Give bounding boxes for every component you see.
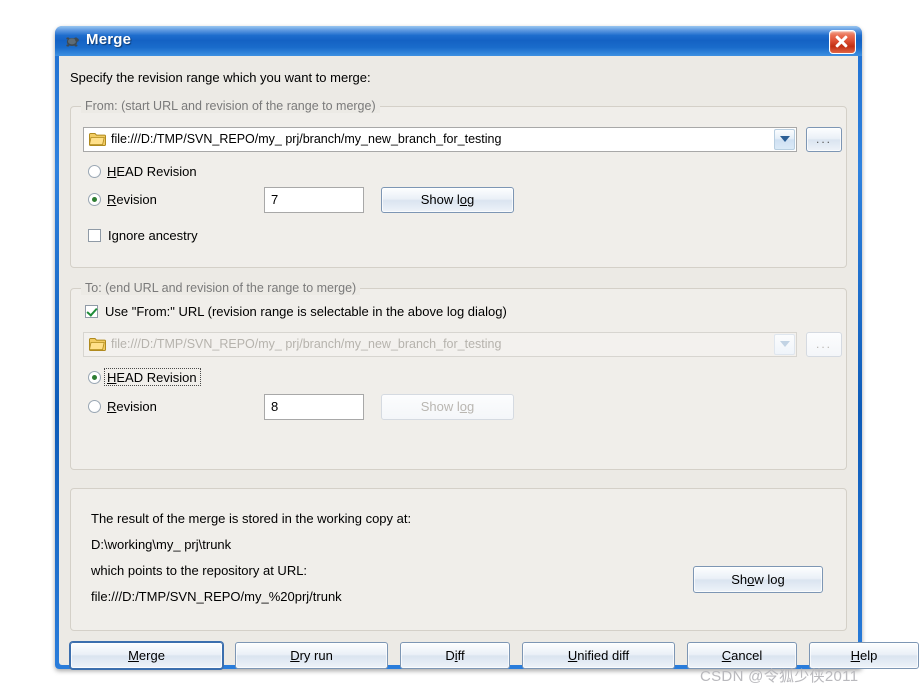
label-pre: Show l (420, 192, 460, 207)
merge-button-label: Merge (71, 643, 222, 668)
to-browse-button: ... (806, 332, 842, 357)
window-title: Merge (86, 31, 132, 48)
result-groupbox: The result of the merge is stored in the… (70, 488, 847, 631)
accel-char: H (107, 370, 117, 385)
label-post: nified diff (577, 648, 630, 663)
label-post: g (467, 192, 475, 207)
label-pre: Sh (731, 572, 748, 587)
from-browse-label: ... (815, 132, 832, 146)
to-group-title: To: (end URL and revision of the range t… (81, 281, 361, 295)
title-bar[interactable]: Merge (55, 26, 862, 56)
label-pre: D (445, 648, 455, 663)
from-head-revision-label: HEAD Revision (107, 164, 197, 179)
close-button[interactable] (829, 30, 856, 54)
label-post: erge (138, 648, 165, 663)
label-post: w log (754, 572, 785, 587)
to-groupbox: To: (end URL and revision of the range t… (70, 281, 847, 470)
to-head-revision-label: HEAD Revision (107, 370, 197, 385)
dialog-client-area: Specify the revision range which you wan… (59, 56, 919, 669)
accel-char: D (290, 648, 300, 663)
result-show-log-button[interactable]: Show log (693, 566, 823, 593)
unified-diff-button[interactable]: Unified diff (522, 642, 675, 669)
radio-indicator-checked (88, 371, 101, 384)
accel-char: H (850, 648, 861, 663)
result-line-2: D:\working\my_ prj\trunk (91, 537, 232, 552)
unified-diff-button-label: Unified diff (523, 643, 674, 668)
radio-indicator (88, 165, 101, 178)
label-rest: EAD Revision (116, 370, 197, 385)
accel-char: M (128, 648, 139, 663)
result-line-4: file:///D:/TMP/SVN_REPO/my_%20prj/trunk (91, 589, 342, 604)
label-post: elp (860, 648, 878, 663)
radio-indicator-checked (88, 193, 101, 206)
checkbox-indicator (88, 229, 101, 242)
watermark-text: CSDN @令狐少侠2011 (700, 668, 859, 685)
label-rest: evision (116, 192, 157, 207)
result-show-log-label: Show log (694, 567, 822, 592)
to-show-log-label: Show log (382, 395, 513, 419)
from-groupbox: From: (start URL and revision of the ran… (70, 99, 847, 268)
label-post: g (467, 399, 475, 414)
accel-char: H (107, 164, 117, 179)
to-browse-label: ... (815, 337, 832, 351)
radio-indicator (88, 400, 101, 413)
to-url-dropdown-arrow (774, 334, 795, 355)
folder-icon (89, 337, 106, 351)
use-from-url-label: Use "From:" URL (revision range is selec… (105, 304, 507, 319)
accel-char: o (459, 192, 468, 207)
to-url-combobox: file:///D:/TMP/SVN_REPO/my_ prj/branch/m… (83, 332, 797, 357)
accel-char: o (459, 399, 468, 414)
accel-char: U (567, 648, 578, 663)
accel-char: R (107, 192, 117, 207)
label-post: ancel (731, 648, 763, 663)
label-pre: Show l (420, 399, 460, 414)
label-post: ff (457, 648, 465, 663)
label-post: ry run (299, 648, 333, 663)
from-show-log-label: Show log (382, 188, 513, 212)
chevron-down-icon (780, 136, 790, 142)
accel-char: R (107, 399, 117, 414)
dry-run-button-label: Dry run (236, 643, 387, 668)
diff-button-label: Diff (401, 643, 509, 668)
from-url-text: file:///D:/TMP/SVN_REPO/my_ prj/branch/m… (111, 132, 502, 146)
to-revision-label: Revision (107, 399, 157, 414)
from-url-combobox[interactable]: file:///D:/TMP/SVN_REPO/my_ prj/branch/m… (83, 127, 797, 152)
chevron-down-icon (780, 341, 790, 347)
turtle-icon (64, 34, 80, 49)
dry-run-button[interactable]: Dry run (235, 642, 388, 669)
diff-button[interactable]: Diff (400, 642, 510, 669)
accel-char: C (721, 648, 732, 663)
from-revision-label: Revision (107, 192, 157, 207)
to-url-text: file:///D:/TMP/SVN_REPO/my_ prj/branch/m… (111, 337, 502, 351)
to-show-log-button: Show log (381, 394, 514, 420)
intro-text: Specify the revision range which you wan… (70, 70, 371, 85)
from-browse-button[interactable]: ... (806, 127, 842, 152)
label-rest: evision (116, 399, 157, 414)
from-show-log-button[interactable]: Show log (381, 187, 514, 213)
label-rest: EAD Revision (116, 164, 197, 179)
to-revision-input[interactable]: 8 (264, 394, 364, 420)
checkbox-indicator-checked (85, 305, 98, 318)
ignore-ancestry-label: Ignore ancestry (108, 228, 198, 243)
from-url-dropdown-arrow[interactable] (774, 129, 795, 150)
merge-button[interactable]: Merge (70, 642, 223, 669)
merge-dialog-window: Merge Specify the revision range which y… (55, 26, 919, 669)
result-line-3: which points to the repository at URL: (91, 563, 308, 578)
from-revision-input[interactable]: 7 (264, 187, 364, 213)
result-line-1: The result of the merge is stored in the… (91, 511, 412, 526)
folder-icon (89, 132, 106, 146)
from-group-title: From: (start URL and revision of the ran… (81, 99, 380, 113)
